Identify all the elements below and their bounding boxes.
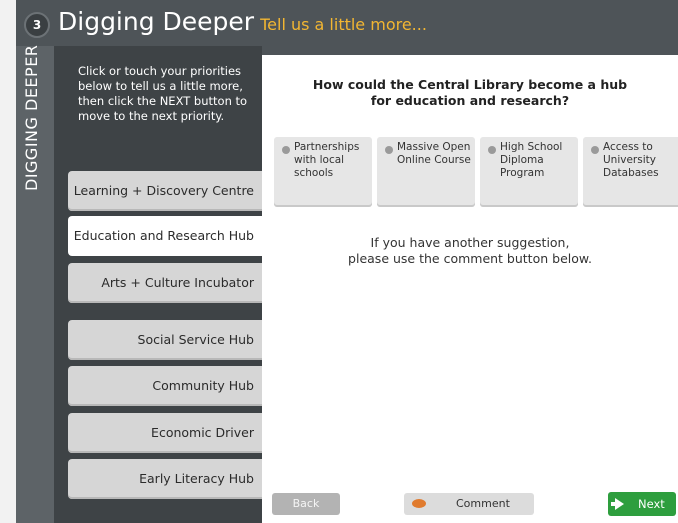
option-label: High School Diploma Program — [500, 141, 563, 179]
option-label: Massive Open Online Course — [397, 141, 471, 166]
footer-bar: Back Comment Next — [262, 485, 678, 523]
bullet-icon — [385, 146, 393, 154]
option-university-databases[interactable]: Access to University Databases — [583, 137, 678, 207]
bullet-icon — [591, 146, 599, 154]
step-number-badge: 3 — [24, 12, 50, 38]
header: 3 Digging Deeper Tell us a little more... — [16, 0, 678, 46]
next-button[interactable]: Next — [608, 492, 676, 516]
hint-line-1: If you have another suggestion, — [370, 235, 570, 250]
priorities-panel: Click or touch your priorities below to … — [54, 46, 262, 523]
nav-economic-driver[interactable]: Economic Driver — [68, 413, 262, 453]
question-line-1: How could the Central Library become a h… — [312, 77, 628, 92]
question-line-2: for education and research? — [370, 93, 570, 108]
back-button[interactable]: Back — [272, 493, 340, 515]
side-section-tab: DIGGING DEEPER — [16, 44, 54, 523]
nav-education-research-hub[interactable]: Education and Research Hub — [68, 216, 262, 256]
content-area: How could the Central Library become a h… — [262, 55, 678, 523]
option-partnerships[interactable]: Partnerships with local schools — [274, 137, 372, 207]
page-subtitle: Tell us a little more... — [260, 15, 427, 34]
nav-learning-discovery-centre[interactable]: Learning + Discovery Centre — [68, 171, 262, 211]
bullet-icon — [488, 146, 496, 154]
nav-arts-culture-incubator[interactable]: Arts + Culture Incubator — [68, 263, 262, 303]
arrow-right-icon-head — [615, 498, 624, 510]
option-high-school-diploma[interactable]: High School Diploma Program — [480, 137, 578, 207]
side-section-label: DIGGING DEEPER — [22, 44, 41, 191]
option-label: Partnerships with local schools — [294, 141, 360, 179]
instructions-text: Click or touch your priorities below to … — [78, 64, 248, 123]
page-title: Digging Deeper Tell us a little more... — [58, 7, 427, 36]
nav-social-service-hub[interactable]: Social Service Hub — [68, 320, 262, 360]
bullet-icon — [282, 146, 290, 154]
nav-community-hub[interactable]: Community Hub — [68, 366, 262, 406]
suggestion-hint: If you have another suggestion, please u… — [262, 235, 678, 267]
comment-bubble-icon — [412, 499, 426, 508]
question-text: How could the Central Library become a h… — [262, 77, 678, 109]
option-mooc[interactable]: Massive Open Online Course — [377, 137, 475, 207]
comment-label: Comment — [456, 497, 510, 510]
next-label: Next — [638, 497, 665, 511]
title-text: Digging Deeper — [58, 7, 255, 36]
nav-early-literacy-hub[interactable]: Early Literacy Hub — [68, 459, 262, 499]
option-label: Access to University Databases — [603, 141, 659, 179]
comment-button[interactable]: Comment — [404, 493, 534, 515]
hint-line-2: please use the comment button below. — [348, 251, 592, 266]
